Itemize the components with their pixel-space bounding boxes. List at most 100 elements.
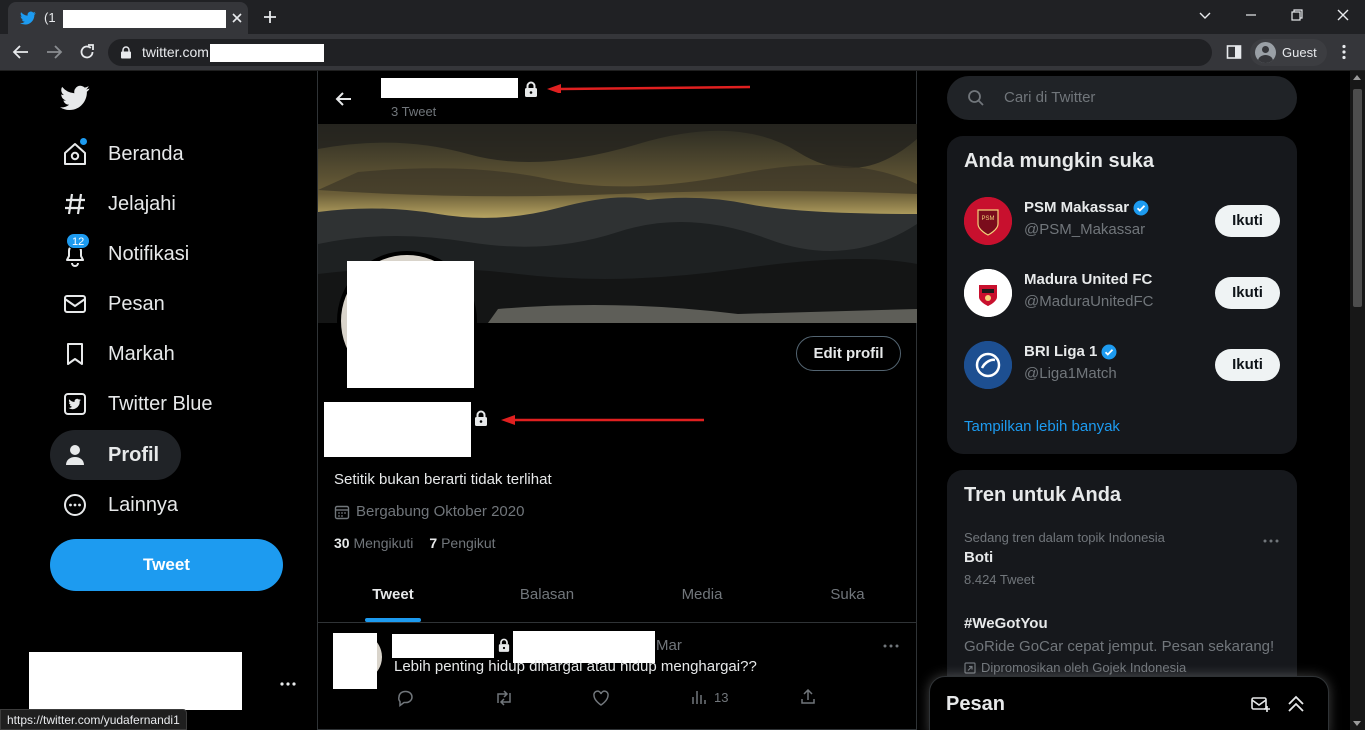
protected-lock-icon: [498, 638, 510, 652]
tweet-count: 3 Tweet: [391, 104, 437, 119]
tweet-item[interactable]: Mar Lebih penting hidup dihargai atau hi…: [318, 623, 917, 730]
close-window-icon[interactable]: [1336, 8, 1350, 22]
forward-icon[interactable]: [45, 43, 63, 61]
following-link[interactable]: 30 Mengikuti: [334, 535, 413, 551]
suggestion-item[interactable]: PSM PSM Makassar @PSM_Makassar Ikuti: [947, 197, 1297, 269]
tab-balasan[interactable]: Balasan: [468, 571, 626, 623]
new-tab-icon[interactable]: [262, 9, 278, 25]
promoted-label: Dipromosikan oleh Gojek Indonesia: [964, 660, 1186, 675]
verified-badge-icon: [1133, 200, 1149, 215]
twitter-favicon-icon: [20, 10, 36, 26]
back-arrow-icon[interactable]: [335, 90, 353, 108]
nav-item-lainnya[interactable]: Lainnya: [50, 480, 200, 530]
minimize-icon[interactable]: [1244, 8, 1258, 22]
profile-tabs: Tweet Balasan Media Suka: [318, 571, 917, 623]
tweet-date[interactable]: Mar: [656, 637, 682, 654]
retweet-icon[interactable]: [494, 689, 514, 707]
collapse-chevron-icon[interactable]: [1286, 694, 1306, 714]
views-icon[interactable]: 13: [690, 689, 728, 705]
suggestion-item[interactable]: BRI Liga 1 @Liga1Match Ikuti: [947, 341, 1297, 413]
nav-label: Twitter Blue: [108, 392, 213, 415]
bri-liga-1-avatar[interactable]: [964, 341, 1012, 389]
suggestion-name-text: PSM Makassar: [1024, 199, 1130, 216]
address-bar[interactable]: twitter.com: [108, 39, 1212, 66]
scroll-down-icon[interactable]: [1353, 721, 1361, 726]
suggestion-item[interactable]: Madura United FC @MaduraUnitedFC Ikuti: [947, 269, 1297, 341]
protected-lock-icon: [474, 410, 488, 426]
back-icon[interactable]: [12, 43, 30, 61]
tab-tweet[interactable]: Tweet: [318, 571, 468, 623]
followers-link[interactable]: 7 Pengikut: [429, 535, 495, 551]
nav-item-profil[interactable]: Profil: [50, 430, 182, 480]
nav-item-pesan[interactable]: Pesan: [50, 279, 187, 329]
tweet-more-icon[interactable]: [883, 644, 899, 648]
lock-icon[interactable]: [120, 46, 132, 59]
tab-search-chevron-icon[interactable]: [1198, 8, 1212, 22]
promoted-text: Dipromosikan oleh Gojek Indonesia: [981, 660, 1187, 675]
reply-icon[interactable]: [396, 689, 414, 707]
follow-button[interactable]: Ikuti: [1215, 349, 1280, 381]
nav-item-markah[interactable]: Markah: [50, 329, 197, 379]
who-to-follow-panel: Anda mungkin suka PSM PSM Makassar @PSM_…: [947, 136, 1297, 454]
messages-drawer[interactable]: Pesan: [929, 676, 1329, 730]
redacted-account-switcher[interactable]: [29, 652, 242, 710]
trend-description: GoRide GoCar cepat jemput. Pesan sekaran…: [964, 638, 1275, 655]
tab-media[interactable]: Media: [626, 571, 778, 623]
nav-label: Pesan: [108, 292, 165, 315]
nav-item-twitter-blue[interactable]: Twitter Blue: [50, 379, 234, 429]
nav-label: Notifikasi: [108, 242, 190, 265]
person-icon: [62, 442, 88, 468]
follow-button[interactable]: Ikuti: [1215, 277, 1280, 309]
twitter-logo-icon[interactable]: [60, 85, 90, 111]
annotation-arrow-icon: [500, 415, 705, 425]
panel-title: Anda mungkin suka: [964, 150, 1155, 172]
tweet-button[interactable]: Tweet: [50, 539, 283, 591]
suggestion-handle: @Liga1Match: [1024, 365, 1117, 382]
redacted-tab-title: [63, 10, 226, 28]
edit-profile-button[interactable]: Edit profil: [796, 336, 901, 371]
show-more-link[interactable]: Tampilkan lebih banyak: [964, 418, 1120, 435]
nav-item-notifikasi[interactable]: 12 Notifikasi: [50, 229, 211, 279]
notification-dot: [80, 138, 87, 145]
nav-item-jelajahi[interactable]: Jelajahi: [50, 179, 198, 229]
trend-name[interactable]: Boti: [964, 549, 993, 566]
nav-label: Markah: [108, 342, 175, 365]
share-icon[interactable]: [800, 689, 816, 705]
madura-united-avatar[interactable]: [964, 269, 1012, 317]
reload-icon[interactable]: [78, 43, 96, 61]
psm-makassar-avatar[interactable]: PSM: [964, 197, 1012, 245]
trend-name[interactable]: #WeGotYou: [964, 615, 1048, 632]
side-panel-icon[interactable]: [1226, 44, 1242, 60]
nav-label: Jelajahi: [108, 192, 176, 215]
browser-tab[interactable]: (1: [8, 2, 248, 34]
guest-profile-button[interactable]: Guest: [1250, 39, 1327, 66]
scroll-up-icon[interactable]: [1353, 75, 1361, 80]
suggestion-name: PSM Makassar: [1024, 199, 1149, 216]
new-message-icon[interactable]: [1250, 694, 1270, 714]
follow-stats: 30 Mengikuti 7 Pengikut: [334, 535, 496, 551]
account-more-icon[interactable]: [280, 682, 296, 686]
restore-icon[interactable]: [1290, 8, 1304, 22]
trend-more-icon[interactable]: [1263, 539, 1279, 543]
follow-button[interactable]: Ikuti: [1215, 205, 1280, 237]
page-scrollbar[interactable]: [1350, 71, 1365, 730]
promoted-icon: [964, 661, 976, 674]
envelope-icon: [62, 291, 88, 317]
like-icon[interactable]: [592, 689, 610, 707]
suggestion-name: Madura United FC: [1024, 271, 1152, 288]
redacted-header-name: [381, 78, 518, 98]
search-input[interactable]: Cari di Twitter: [947, 76, 1297, 120]
panel-title: Tren untuk Anda: [964, 484, 1122, 506]
close-tab-icon[interactable]: [230, 11, 244, 25]
active-tab-indicator: [365, 618, 421, 622]
notification-count-badge: 12: [66, 233, 91, 249]
browser-menu-icon[interactable]: [1341, 44, 1347, 60]
following-label: Mengikuti: [353, 535, 414, 551]
scroll-thumb[interactable]: [1353, 89, 1362, 307]
trend-context: Sedang tren dalam topik Indonesia: [964, 530, 1165, 545]
nav-item-beranda[interactable]: Beranda: [50, 129, 206, 179]
browser-toolbar: twitter.com Guest: [0, 34, 1365, 71]
redacted-avatar: [347, 261, 474, 388]
svg-text:PSM: PSM: [981, 216, 994, 222]
tab-suka[interactable]: Suka: [778, 571, 917, 623]
